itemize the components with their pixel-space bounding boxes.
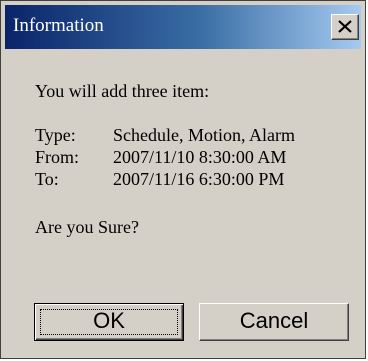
title-bar[interactable]: Information [5, 5, 361, 49]
confirm-question: Are you Sure? [35, 217, 139, 237]
to-label: To: [35, 169, 59, 189]
information-dialog: Information You will add three item: Typ… [0, 0, 366, 359]
window-title: Information [13, 15, 104, 36]
ok-button[interactable]: OK [34, 303, 184, 341]
to-value: 2007/11/16 6:30:00 PM [113, 169, 285, 189]
close-button[interactable] [331, 14, 359, 40]
close-x-icon [338, 20, 352, 33]
from-label: From: [35, 147, 80, 167]
ok-button-label: OK [93, 308, 125, 333]
cancel-button[interactable]: Cancel [199, 303, 349, 341]
intro-text: You will add three item: [35, 81, 210, 101]
type-label: Type: [35, 125, 76, 145]
cancel-button-label: Cancel [239, 308, 309, 333]
type-value: Schedule, Motion, Alarm [113, 125, 295, 145]
from-value: 2007/11/10 8:30:00 AM [113, 147, 287, 167]
